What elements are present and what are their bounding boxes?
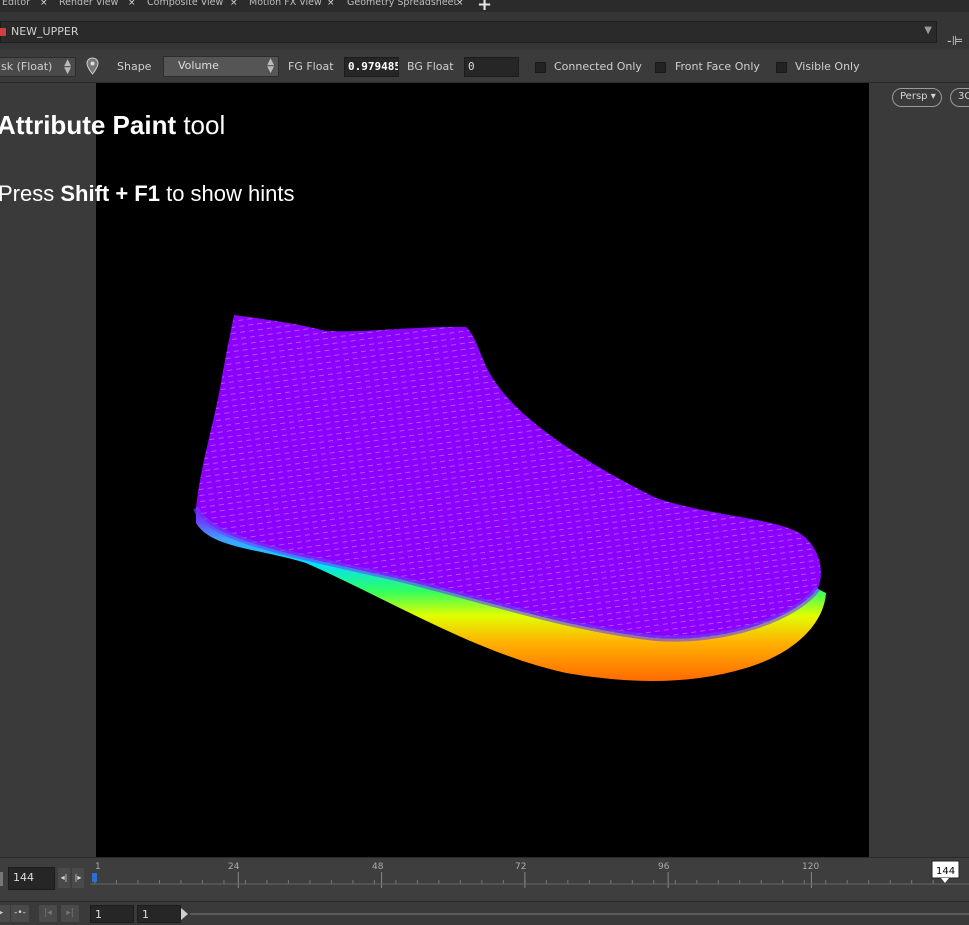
tab-render-view[interactable]: Render View ×	[59, 0, 136, 11]
tab-label: Editor	[2, 0, 31, 8]
caret-down-icon: ▾	[930, 91, 936, 102]
range-slider-track[interactable]	[190, 913, 969, 915]
range-start-input[interactable]: 1	[90, 905, 134, 923]
close-icon[interactable]: ×	[230, 0, 238, 8]
bg-float-label: BG Float	[407, 60, 454, 73]
tool-name: Attribute Paint	[0, 110, 177, 140]
step-forward-icon[interactable]: |▸	[72, 868, 84, 888]
timeline-bar: 144 ◂| |▸ 1 24 48 72 96 120 144	[0, 857, 969, 902]
jump-end-icon[interactable]: ▸|	[61, 905, 79, 922]
view-toggle-label: 3Q	[958, 91, 969, 102]
front-face-only-label: Front Face Only	[675, 60, 760, 73]
connected-only-checkbox[interactable]	[535, 62, 546, 73]
tab-label: Geometry Spreadsheet	[347, 0, 458, 8]
timeline-handle[interactable]	[0, 872, 3, 886]
tool-options-bar: sk (Float) ▲ ▼ Shape Volume ▲ ▼ FG Float 0…	[0, 50, 969, 83]
tab-label: Composite View	[147, 0, 224, 8]
front-face-only-checkbox[interactable]	[655, 62, 666, 73]
close-icon[interactable]: ×	[128, 0, 136, 8]
tick-label-120: 120	[802, 862, 819, 872]
frame-ruler[interactable]: 1 24 48 72 96 120 144	[90, 858, 969, 902]
tick-label-96: 96	[658, 862, 670, 872]
playhead-start	[92, 873, 97, 882]
visible-only-checkbox[interactable]	[776, 62, 787, 73]
shape-label: Shape	[117, 60, 152, 73]
close-icon[interactable]: ×	[40, 0, 48, 8]
shape-value: Volume	[178, 59, 219, 72]
view-toggle-button[interactable]: 3Q	[950, 88, 969, 107]
node-icon	[0, 28, 6, 36]
pane-tab-bar: Editor × Render View × Composite View × …	[0, 0, 969, 12]
path-bar: NEW_UPPER ▼ -⊫	[0, 12, 969, 50]
pin-icon[interactable]: -⊫	[947, 34, 963, 49]
playback-bar: ▸ -•- |◂ ▸| 1 1	[0, 901, 969, 925]
chevron-down-icon[interactable]: ▼	[924, 25, 932, 36]
jump-start-icon[interactable]: |◂	[39, 905, 57, 922]
tab-editor[interactable]: Editor ×	[2, 0, 48, 11]
node-path-label: NEW_UPPER	[11, 25, 79, 38]
keyframe-icon[interactable]: -•-	[11, 905, 29, 922]
tab-geometry-spreadsheet[interactable]: Geometry Spreadsheet ×	[347, 0, 464, 11]
fg-float-input[interactable]: 0.979485	[344, 57, 399, 77]
tick-label-24: 24	[228, 862, 240, 872]
tool-title: Attribute Paint tool	[0, 110, 225, 141]
current-frame-input[interactable]: 144	[8, 867, 55, 890]
range-slider-handle[interactable]	[180, 907, 190, 921]
tab-motion-fx-view[interactable]: Motion FX View ×	[249, 0, 335, 11]
close-icon[interactable]: ×	[327, 0, 335, 8]
add-tab-icon[interactable]: +	[477, 0, 492, 12]
camera-menu-button[interactable]: Persp ▾	[892, 88, 942, 107]
end-frame-pointer	[941, 878, 949, 883]
end-frame-label: 144	[936, 866, 955, 877]
hint-prefix: Press	[0, 181, 61, 206]
attribute-mode-select[interactable]: sk (Float) ▲ ▼	[0, 57, 76, 77]
tick-label-1: 1	[95, 862, 101, 872]
play-icon[interactable]: ▸	[0, 905, 10, 922]
connected-only-label: Connected Only	[554, 60, 642, 73]
close-icon[interactable]: ×	[456, 0, 464, 8]
location-pin-icon[interactable]	[86, 57, 99, 75]
select-arrows-icon: ▲ ▼	[64, 58, 71, 76]
node-path-field[interactable]: NEW_UPPER ▼	[0, 21, 937, 43]
select-arrows-icon: ▲ ▼	[267, 57, 274, 75]
hint-suffix: to show hints	[159, 181, 295, 206]
step-back-icon[interactable]: ◂|	[58, 868, 70, 888]
camera-label: Persp	[900, 91, 928, 102]
fg-float-label: FG Float	[288, 60, 334, 73]
hint-keys: Shift + F1	[60, 181, 160, 206]
tab-label: Motion FX View	[249, 0, 322, 8]
bg-float-input[interactable]: 0	[464, 57, 519, 77]
tab-label: Render View	[59, 0, 119, 8]
tab-composite-view[interactable]: Composite View ×	[147, 0, 238, 11]
shape-select[interactable]: Volume ▲ ▼	[163, 56, 279, 77]
hint-text: Press Shift + F1 to show hints	[0, 181, 295, 207]
mesh-wireframe	[196, 315, 821, 639]
visible-only-label: Visible Only	[795, 60, 860, 73]
tool-suffix: tool	[176, 110, 226, 140]
tick-label-48: 48	[372, 862, 384, 872]
attribute-mode-value: sk (Float)	[1, 60, 53, 73]
range-end-input[interactable]: 1	[137, 905, 181, 923]
tick-label-72: 72	[515, 862, 526, 872]
